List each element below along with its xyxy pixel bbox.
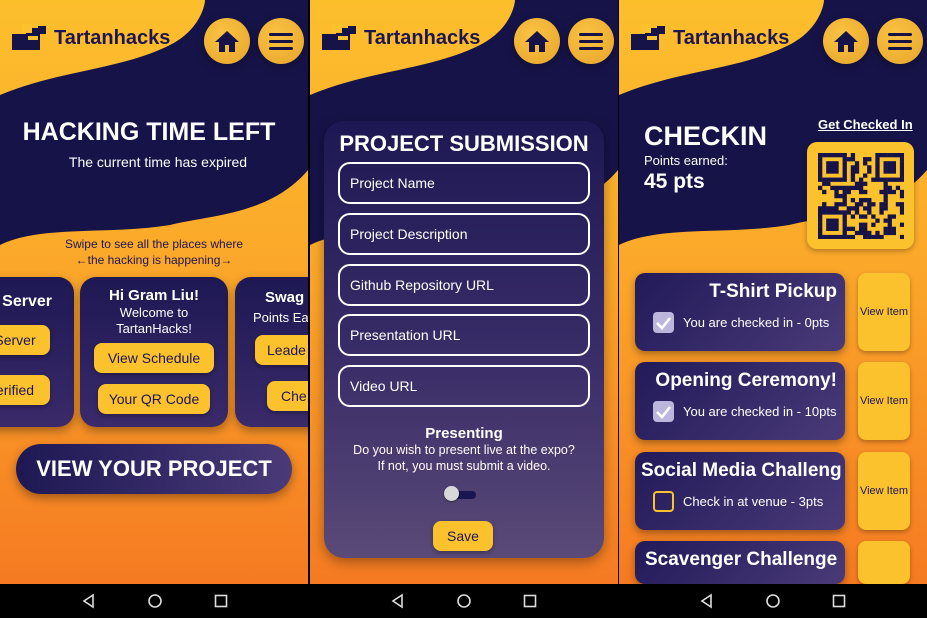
nav-group [618, 584, 927, 618]
brand-logo[interactable]: Tartanhacks [320, 22, 480, 54]
app-root: Tartanhacks HACKING TIME LEFT The curren… [0, 0, 927, 618]
welcome-line2: TartanHacks! [116, 321, 192, 336]
checkin-item-title: Scavenger Challenge [645, 549, 838, 570]
checkbox-icon[interactable] [653, 401, 674, 422]
menu-button[interactable] [258, 18, 304, 64]
view-project-button[interactable]: VIEW YOUR PROJECT [16, 444, 292, 494]
back-icon[interactable] [697, 591, 717, 611]
project-submission-screen: Tartanhacks PROJECT SUBMISSION Project N… [310, 0, 618, 584]
brand-logo[interactable]: Tartanhacks [629, 22, 789, 54]
menu-icon [269, 33, 293, 50]
recents-icon[interactable] [211, 591, 231, 611]
presenting-line2: If not, you must submit a video. [377, 459, 551, 473]
home-screen: Tartanhacks HACKING TIME LEFT The curren… [0, 0, 308, 584]
swipe-hint-line1: Swipe to see all the places where [64, 237, 244, 251]
recents-icon[interactable] [829, 591, 849, 611]
video-url-field[interactable]: Video URL [338, 365, 590, 407]
home-button[interactable] [204, 18, 250, 64]
home-nav-icon[interactable] [145, 591, 165, 611]
swag-card-title: Swag I [265, 289, 308, 306]
project-description-field[interactable]: Project Description [338, 213, 590, 255]
submission-form: PROJECT SUBMISSION Project Name Project … [324, 121, 604, 558]
project-name-field[interactable]: Project Name [338, 162, 590, 204]
menu-icon [579, 33, 603, 50]
recents-icon[interactable] [520, 591, 540, 611]
checkin-card-opening: Opening Ceremony! You are checked in - 1… [635, 362, 845, 440]
carousel-card-swag[interactable]: Swag I Points Ea Leade Che [235, 277, 308, 427]
toggle-thumb [444, 486, 459, 501]
logo-icon [322, 24, 356, 50]
view-item-button[interactable]: View Item [858, 273, 910, 351]
checkin-title: CHECKIN [644, 121, 768, 151]
menu-button[interactable] [877, 18, 923, 64]
presenting-title: Presenting [425, 425, 503, 442]
home-button[interactable] [514, 18, 560, 64]
swag-points-text: Points Ea [253, 310, 308, 325]
swipe-hint: Swipe to see all the places where ←the h… [0, 236, 308, 268]
qr-code-panel[interactable] [807, 142, 914, 249]
qr-code-icon [818, 153, 904, 239]
home-button[interactable] [823, 18, 869, 64]
menu-button[interactable] [568, 18, 614, 64]
checkin-item-title: Opening Ceremony! [655, 370, 837, 391]
presenting-line1: Do you wish to present live at the expo? [353, 443, 575, 457]
brand-name: Tartanhacks [54, 26, 171, 49]
presentation-url-field[interactable]: Presentation URL [338, 314, 590, 356]
menu-icon [888, 33, 912, 50]
checkin-card-tshirt: T-Shirt Pickup You are checked in - 0pts [635, 273, 845, 351]
checkin-item-status: Check in at venue - 3pts [683, 494, 824, 509]
greeting-text: Hi Gram Liu! [108, 287, 199, 304]
logo-icon [12, 24, 46, 50]
checkin-item-title: Social Media Challeng [641, 460, 842, 481]
carousel-card-server[interactable]: l Server Server erified [0, 277, 74, 427]
home-nav-icon[interactable] [454, 591, 474, 611]
checkin-item-status: You are checked in - 0pts [683, 315, 830, 330]
brand-name: Tartanhacks [673, 26, 790, 49]
github-url-field[interactable]: Github Repository URL [338, 264, 590, 306]
home-icon [834, 31, 858, 52]
home-icon [525, 31, 549, 52]
form-title: PROJECT SUBMISSION [339, 131, 589, 156]
carousel-card-welcome: Hi Gram Liu! Welcome to TartanHacks! Vie… [80, 277, 228, 427]
checkin-item-title: T-Shirt Pickup [709, 281, 837, 302]
leaderboard-button[interactable]: Leade [255, 335, 308, 365]
checkin-card-social: Social Media Challeng Check in at venue … [635, 452, 845, 530]
server-button[interactable]: Server [0, 325, 50, 355]
checkin-screen: Tartanhacks CHECKIN Points earned: 45 pt… [619, 0, 927, 584]
timer-subtitle: The current time has expired [68, 154, 248, 170]
home-icon [215, 31, 239, 52]
checkin-item-status: You are checked in - 10pts [683, 404, 837, 419]
save-button[interactable]: Save [433, 521, 493, 551]
nav-group [309, 584, 618, 618]
check-button[interactable]: Che [267, 381, 308, 411]
swipe-hint-line2: ←the hacking is happening→ [75, 253, 233, 267]
verified-button[interactable]: erified [0, 375, 50, 405]
view-item-button[interactable] [858, 541, 910, 584]
presenting-toggle[interactable] [444, 486, 478, 501]
back-icon[interactable] [79, 591, 99, 611]
timer-title: HACKING TIME LEFT [22, 118, 276, 146]
points-label: Points earned: [644, 153, 728, 168]
qr-code-button[interactable]: Your QR Code [98, 384, 210, 414]
brand-name: Tartanhacks [364, 26, 481, 49]
nav-group [0, 584, 309, 618]
get-checked-in-link[interactable]: Get Checked In [818, 117, 913, 132]
checkin-card-scavenger: Scavenger Challenge [635, 541, 845, 584]
view-item-button[interactable]: View Item [858, 452, 910, 530]
welcome-line1: Welcome to [119, 305, 189, 320]
logo-icon [631, 24, 665, 50]
points-value: 45 pts [644, 170, 705, 193]
system-nav-bar [0, 584, 927, 618]
server-card-title: l Server [0, 293, 52, 310]
view-item-button[interactable]: View Item [858, 362, 910, 440]
checkbox-icon[interactable] [653, 491, 674, 512]
brand-logo[interactable]: Tartanhacks [10, 22, 170, 54]
view-schedule-button[interactable]: View Schedule [94, 343, 214, 373]
home-nav-icon[interactable] [763, 591, 783, 611]
back-icon[interactable] [388, 591, 408, 611]
checkbox-icon[interactable] [653, 312, 674, 333]
